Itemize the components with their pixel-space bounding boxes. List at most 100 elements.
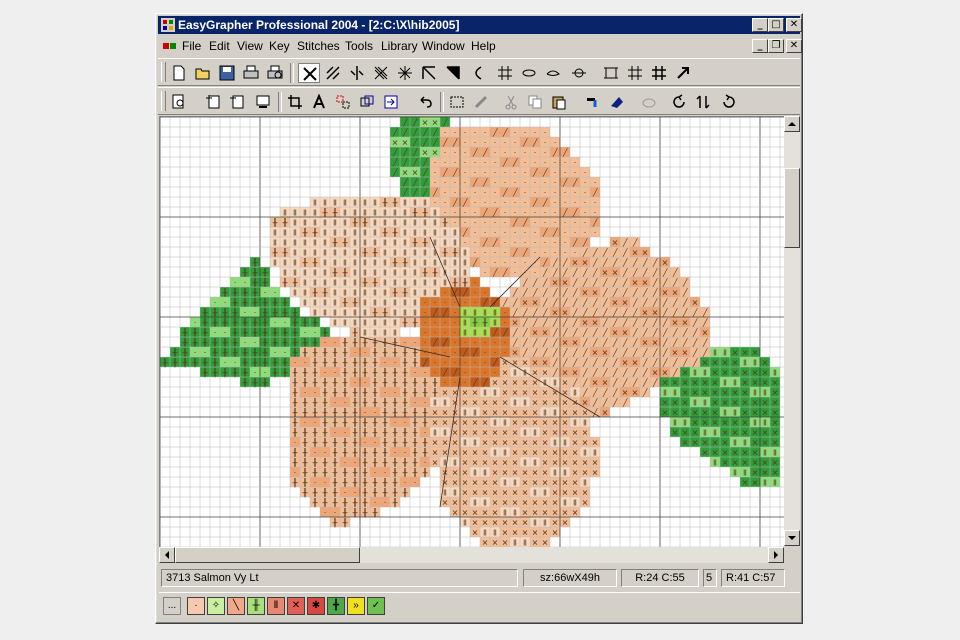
print-icon[interactable] [240,63,262,83]
svg-text:·: · [504,249,507,258]
document-icon[interactable] [162,39,178,53]
toolbar-grip[interactable] [161,62,166,82]
palette-swatch[interactable]: » [347,597,365,615]
save-icon[interactable] [216,63,238,83]
mdi-restore-button[interactable]: ❐ [768,39,784,53]
menu-view[interactable]: View [237,39,263,53]
oval-stitch-icon[interactable] [518,63,540,83]
scroll-left-button[interactable] [159,547,175,563]
svg-text:╫: ╫ [422,268,428,278]
grid-stitch-icon[interactable] [494,63,516,83]
palette-swatch[interactable]: ✧ [207,597,225,615]
svg-text:╫: ╫ [202,308,208,318]
horizontal-scroll-thumb[interactable] [175,547,360,563]
crop-icon[interactable] [284,92,306,112]
grid-icon[interactable] [624,63,646,83]
corner-stitch-alt-icon[interactable] [442,63,464,83]
palette-swatch[interactable]: ╫ [247,597,265,615]
vertical-scroll-thumb[interactable] [784,168,800,248]
zoom-page-icon[interactable] [168,92,190,112]
redo-icon[interactable] [718,92,740,112]
svg-text:╫: ╫ [402,258,408,268]
svg-text:✕: ✕ [502,389,509,398]
menu-tools[interactable]: Tools [345,39,373,53]
maximize-button[interactable]: □ [768,18,784,32]
svg-text:Ⅱ: Ⅱ [393,219,397,228]
undo-icon[interactable] [414,92,436,112]
horizontal-scrollbar[interactable] [159,547,784,563]
menu-edit[interactable]: Edit [209,39,230,53]
select-icon[interactable] [332,92,354,112]
paint-brush-icon[interactable] [470,92,492,112]
title-bar[interactable]: EasyGrapher Professional 2004 - [2:C:\X\… [158,16,802,34]
open-folder-icon[interactable] [192,63,214,83]
new-file-icon[interactable] [168,63,190,83]
svg-text:╫: ╫ [372,378,378,388]
arc-stitch-icon[interactable] [466,63,488,83]
menu-window[interactable]: Window [422,39,465,53]
menu-library[interactable]: Library [381,39,418,53]
corner-stitch-icon[interactable] [418,63,440,83]
select-rect-icon[interactable] [446,92,468,112]
rotate-icon[interactable] [668,92,690,112]
menu-key[interactable]: Key [269,39,290,53]
three-quarter-stitch-icon[interactable] [370,63,392,83]
swap-colour-icon[interactable] [606,92,628,112]
svg-text:✕: ✕ [572,259,579,268]
palette-swatch[interactable]: ✱ [307,597,325,615]
bead-icon[interactable] [568,63,590,83]
svg-text:·: · [504,179,507,188]
zoom-out-icon[interactable] [226,92,248,112]
mdi-close-button[interactable]: ✕ [786,39,802,53]
quarter-stitch-icon[interactable] [346,63,368,83]
svg-text:Ⅱ: Ⅱ [453,239,457,248]
menu-file[interactable]: File [182,39,201,53]
cross-stitch-pattern[interactable]: ╱✕╱╱╱╱╱✕╱╱✕╱╱╱╱╱╱╱✕╱╱✕✕╱╱✕╱╱╱╱╱✕╱╱✕╱╱✕╱╱… [160,117,784,547]
full-cross-stitch-icon[interactable] [298,63,320,83]
svg-text:Ⅱ: Ⅱ [473,499,477,508]
palette-icon[interactable] [638,92,660,112]
palette-more-button[interactable]: ... [163,597,181,615]
menu-help[interactable]: Help [471,39,496,53]
half-cross-icon[interactable] [322,63,344,83]
scroll-up-button[interactable] [784,116,800,132]
monitor-icon[interactable] [252,92,274,112]
star-stitch-icon[interactable] [394,63,416,83]
palette-swatch[interactable]: ╲ [227,597,245,615]
transform-icon[interactable] [356,92,378,112]
svg-text:✕: ✕ [542,459,549,468]
palette-swatch[interactable]: ✓ [367,597,385,615]
copy-icon[interactable] [524,92,546,112]
svg-text:✕: ✕ [732,419,739,428]
frame-icon[interactable] [600,63,622,83]
svg-text:✕: ✕ [452,399,459,408]
minimize-button[interactable]: _ [752,18,768,32]
fill-bucket-icon[interactable] [582,92,604,112]
vertical-scrollbar[interactable] [784,116,800,546]
svg-text:╫: ╫ [342,238,348,248]
arrow-icon[interactable] [672,63,694,83]
svg-text:·: · [214,299,217,308]
svg-text:·: · [474,189,477,198]
grid-alt-icon[interactable] [648,63,670,83]
scroll-down-button[interactable] [784,530,800,546]
cut-icon[interactable] [500,92,522,112]
print-preview-icon[interactable] [264,63,286,83]
mdi-minimize-button[interactable]: _ [752,39,768,53]
palette-swatch[interactable]: · [187,597,205,615]
palette-swatch[interactable]: ╋ [327,597,345,615]
pattern-canvas[interactable]: ╱✕╱╱╱╱╱✕╱╱✕╱╱╱╱╱╱╱✕╱╱✕✕╱╱✕╱╱╱╱╱✕╱╱✕╱╱✕╱╱… [159,116,784,547]
export-icon[interactable] [380,92,402,112]
close-button[interactable]: ✕ [786,18,802,32]
paste-icon[interactable] [548,92,570,112]
palette-swatch[interactable]: ✕ [287,597,305,615]
svg-text:Ⅱ: Ⅱ [383,289,387,298]
text-icon[interactable] [308,92,330,112]
oval-stitch-alt-icon[interactable] [542,63,564,83]
menu-stitches[interactable]: Stitches [297,39,340,53]
scroll-right-button[interactable] [768,547,784,563]
zoom-in-icon[interactable] [202,92,224,112]
toolbar-grip[interactable] [161,91,166,111]
palette-swatch[interactable]: Ⅱ [267,597,285,615]
flip-icon[interactable] [692,92,714,112]
